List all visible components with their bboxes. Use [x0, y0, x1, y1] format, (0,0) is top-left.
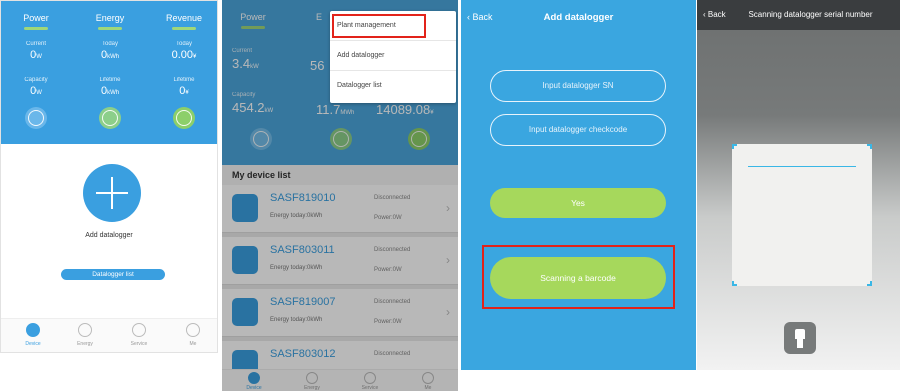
tab-energy[interactable]: Energy: [75, 13, 145, 30]
home-screen-empty: Power Energy Revenue Current 0W Today 0kWh…: [0, 0, 218, 353]
yes-button[interactable]: Yes: [490, 188, 666, 218]
home-screen-with-menu: Power E Current 3.4kW 56 Capacity 454.2kW …: [222, 0, 458, 391]
menu-add-datalogger[interactable]: Add datalogger: [330, 41, 456, 71]
input-checkcode-button[interactable]: Input datalogger checkcode: [490, 114, 666, 146]
revenue-icon: [173, 107, 195, 129]
tab-label: Revenue: [165, 13, 203, 23]
stat-capacity: Capacity 0W: [24, 77, 48, 97]
user-icon: [186, 323, 200, 337]
energy-nav-icon: [78, 323, 92, 337]
page-title: Add datalogger: [543, 12, 614, 23]
energy-icon: [99, 107, 121, 129]
navigation-bar: ‹ Back Scanning datalogger serial number: [697, 0, 900, 30]
scan-frame: [732, 144, 872, 286]
tab-revenue[interactable]: Revenue: [149, 13, 217, 30]
highlight-box: [482, 245, 675, 309]
flashlight-icon[interactable]: [784, 322, 816, 354]
nav-device[interactable]: Device: [13, 323, 53, 347]
corner-marker: [867, 281, 872, 286]
tab-power[interactable]: Power: [1, 13, 71, 30]
datalogger-list-button[interactable]: Datalogger list: [61, 269, 165, 280]
bottom-nav: Device Energy Service Me: [1, 318, 217, 352]
scan-line: [748, 166, 856, 167]
stat-lifetime-revenue: Lifetime 0¥: [173, 77, 195, 97]
add-datalogger-button[interactable]: [83, 164, 141, 222]
nav-energy[interactable]: Energy: [65, 323, 105, 347]
tab-label: Power: [23, 13, 49, 23]
stat-today-energy: Today 0kWh: [100, 41, 120, 61]
nav-me[interactable]: Me: [173, 323, 213, 347]
menu-datalogger-list[interactable]: Datalogger list: [330, 71, 456, 101]
corner-marker: [732, 281, 737, 286]
corner-marker: [867, 144, 872, 149]
highlight-box: [332, 14, 426, 38]
stat-today-revenue: Today 0.00¥: [171, 41, 197, 61]
nav-service[interactable]: Service: [119, 323, 159, 347]
add-datalogger-screen: ‹ Back Add datalogger Input datalogger S…: [461, 0, 696, 370]
scan-screen: ‹ Back Scanning datalogger serial number: [697, 0, 900, 370]
stat-lifetime-energy: Lifetime 0kWh: [99, 77, 121, 97]
navigation-bar: ‹ Back Add datalogger: [461, 0, 696, 34]
page-title: Scanning datalogger serial number: [748, 10, 873, 19]
stat-current-power: Current 0W: [25, 41, 46, 61]
power-icon: [25, 107, 47, 129]
service-icon: [132, 323, 146, 337]
device-icon: [26, 323, 40, 337]
add-datalogger-label: Add datalogger: [85, 232, 133, 239]
corner-marker: [732, 144, 737, 149]
summary-header: Power Energy Revenue Current 0W Today 0kWh…: [1, 1, 217, 144]
input-datalogger-sn-button[interactable]: Input datalogger SN: [490, 70, 666, 102]
tab-label: Energy: [95, 13, 125, 23]
